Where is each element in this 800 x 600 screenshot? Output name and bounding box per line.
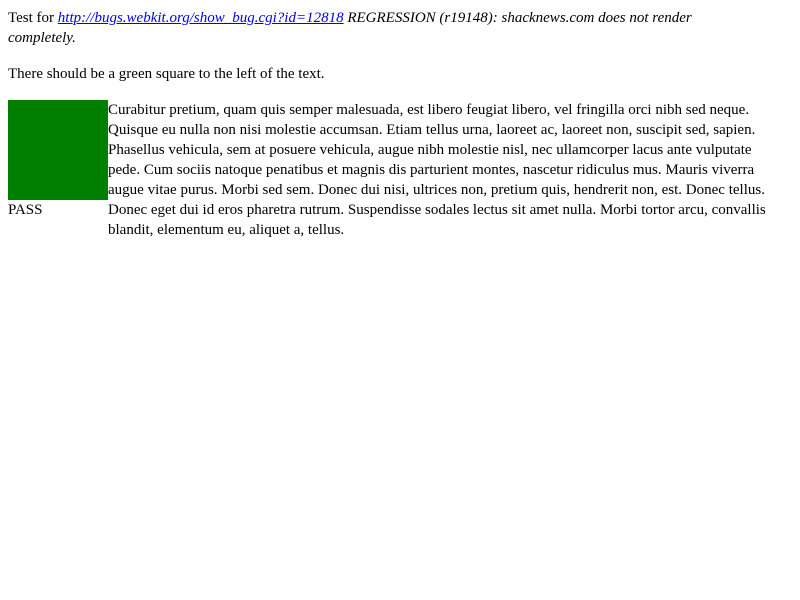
pass-result: PASS <box>8 202 43 218</box>
test-description: Test for http://bugs.webkit.org/show_bug… <box>8 8 792 48</box>
green-square <box>8 100 108 200</box>
paragraph-line-2: Quisque eu nulla non nisi molestie accum… <box>108 122 756 138</box>
paragraph-line-1: Curabitur pretium, quam quis semper male… <box>108 102 750 118</box>
bug-title-line-1: REGRESSION (r19148): shacknews.com does … <box>343 10 692 26</box>
float-test-area: PASS Curabitur pretium, quam quis semper… <box>8 100 792 240</box>
lorem-paragraph: Curabitur pretium, quam quis semper male… <box>108 100 800 240</box>
test-instruction: There should be a green square to the le… <box>8 66 325 82</box>
paragraph-line-6: Donec eget dui id eros pharetra rutrum. … <box>108 202 766 218</box>
paragraph-line-5: augue vitae purus. Morbi sed sem. Donec … <box>108 182 765 198</box>
bug-title-line-2: completely. <box>8 30 76 46</box>
paragraph-line-4: pede. Cum sociis natoque penatibus et ma… <box>108 162 755 178</box>
paragraph-line-3: Phasellus vehicula, sem at posuere vehic… <box>108 142 752 158</box>
test-prefix: Test for <box>8 10 58 26</box>
test-page: Test for http://bugs.webkit.org/show_bug… <box>0 0 800 600</box>
paragraph-line-7: blandit, elementum eu, aliquet a, tellus… <box>108 222 345 238</box>
bug-link[interactable]: http://bugs.webkit.org/show_bug.cgi?id=1… <box>58 10 344 26</box>
